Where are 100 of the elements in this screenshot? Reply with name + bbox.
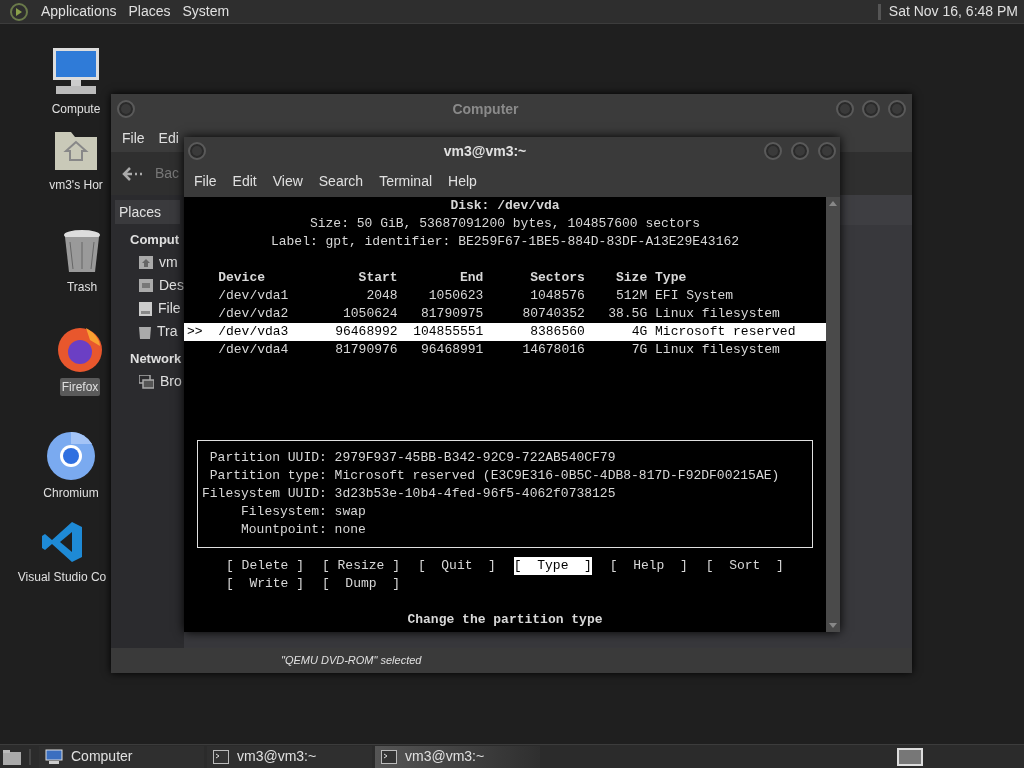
sidebar-item[interactable]: Des [111, 274, 184, 297]
partition-row[interactable]: /dev/vda2 1050624 81790975 80740352 38.5G Linux filesystem [184, 305, 826, 323]
row-cursor: >> [187, 324, 203, 339]
partition-row[interactable]: /dev/vda1 2048 1050623 1048576 512M EFI System [184, 287, 826, 305]
table-cell-text: /dev/vda3 [218, 323, 290, 341]
disk-header: Disk: /dev/vda [450, 197, 560, 215]
window-title: vm3@vm3:~ [442, 141, 528, 161]
scrollbar[interactable] [826, 197, 840, 632]
status-text: "QEMU DVD-ROM" selected [281, 653, 422, 669]
column-header: Start [357, 269, 398, 287]
column-header: Size [615, 269, 648, 287]
taskbar-button[interactable]: vm3@vm3:~ [207, 745, 372, 768]
table-cell-text: 512M [615, 287, 648, 305]
table-cell: EFI System [655, 287, 734, 305]
partition-row[interactable]: >> /dev/vda3 96468992 104855551 8386560 4G Microsoft reserved [184, 323, 826, 341]
window-button[interactable] [888, 100, 906, 118]
table-cell: Linux filesystem [655, 305, 780, 323]
folder-icon [139, 279, 153, 292]
desktop-icon-label[interactable]: Trash [64, 278, 100, 296]
column-header: Sectors [529, 269, 585, 287]
table-cell-text: 1050624 [342, 305, 398, 323]
trash-icon [139, 324, 151, 339]
back-arrow-icon [121, 165, 145, 182]
taskbar-button[interactable]: Computer [39, 745, 204, 768]
sidebar-item[interactable]: Tra [111, 320, 184, 343]
sidebar-item[interactable]: Bro [111, 370, 184, 393]
window-button[interactable] [764, 142, 782, 160]
partition-row[interactable]: /dev/vda4 81790976 96468991 14678016 7G Linux filesystem [184, 341, 826, 359]
menu-item[interactable]: Edit [224, 170, 265, 192]
globe-flame-icon [56, 326, 104, 374]
panel-menu[interactable]: System [176, 1, 236, 22]
home-folder-icon [139, 256, 153, 269]
action-button[interactable]: [ Quit ] [417, 557, 496, 575]
panel-menu[interactable]: Places [122, 1, 177, 22]
menu-item[interactable]: File [115, 127, 152, 149]
desktop-icon-label[interactable]: vm3's Hor [47, 176, 105, 194]
detail-label: Mountpoint: [240, 521, 327, 539]
table-cell-text: /dev/vda2 [218, 305, 290, 323]
terminal-icon [213, 749, 229, 764]
detail-label: Filesystem: [240, 503, 327, 521]
action-button[interactable]: [ Help ] [609, 557, 688, 575]
action-button[interactable]: [ Sort ] [705, 557, 784, 575]
window-title: Computer [451, 99, 520, 119]
scroll-down-icon[interactable] [829, 623, 837, 628]
panel-menu[interactable]: Applications [35, 1, 123, 22]
desktop-icon-label[interactable]: Compute [49, 100, 103, 118]
table-cell-text: 2048 [365, 287, 398, 305]
menu-item[interactable]: File [186, 170, 225, 192]
table-cell-text: 96468991 [420, 341, 484, 359]
taskbar-button[interactable]: vm3@vm3:~ [375, 745, 540, 768]
table-cell-text: 1048576 [529, 287, 585, 305]
table-cell: Microsoft reserved [655, 323, 796, 341]
table-cell: Linux filesystem [655, 341, 780, 359]
table-cell-text: 4G [630, 323, 648, 341]
ring-icon [47, 432, 95, 480]
sidebar-header[interactable]: Places [115, 200, 180, 224]
table-cell-text: 104855551 [412, 323, 484, 341]
window-button[interactable] [188, 142, 206, 160]
detail-value: Microsoft reserved (E3C9E316-0B5C-4DB8-817D-F92DF00215AE) [334, 467, 780, 485]
trash-icon [62, 228, 102, 274]
action-button[interactable]: [ Delete ] [226, 557, 304, 575]
detail-value: 2979F937-45BB-B342-92C9-722AB540CF79 [334, 449, 616, 467]
window-button[interactable] [791, 142, 809, 160]
monitor-icon [51, 46, 101, 96]
menu-item[interactable]: Edi [151, 127, 186, 149]
menu-item[interactable]: View [264, 170, 311, 192]
desktop-icon-label[interactable]: Firefox [59, 378, 101, 396]
drive-icon [139, 301, 152, 316]
sidebar-item[interactable]: File [111, 297, 184, 320]
action-button[interactable]: [ Write ] [226, 575, 304, 593]
workspace-switcher[interactable] [897, 747, 923, 766]
menu-item[interactable]: Help [440, 170, 485, 192]
window-button[interactable] [836, 100, 854, 118]
table-cell-text: 81790975 [420, 305, 484, 323]
window-button[interactable] [818, 142, 836, 160]
menu-item[interactable]: Terminal [371, 170, 441, 192]
hint-text: Change the partition type [407, 611, 603, 629]
table-cell-text: /dev/vda1 [218, 287, 290, 305]
action-button[interactable]: [ Type ] [513, 557, 592, 575]
sidebar-item[interactable]: vm [111, 251, 184, 274]
clock[interactable]: Sat Nov 16, 6:48 PM [888, 1, 1018, 22]
logo-icon[interactable] [9, 1, 29, 22]
scroll-up-icon[interactable] [829, 201, 837, 206]
disk-info: Size: 50 GiB, 53687091200 bytes, 104857600 sectors [309, 215, 701, 233]
monitor-icon [45, 748, 63, 765]
menu-item[interactable]: Search [310, 170, 372, 192]
action-button[interactable]: [ Dump ] [321, 575, 400, 593]
window-button[interactable] [862, 100, 880, 118]
table-cell-text: 8386560 [529, 323, 585, 341]
column-header: Type [655, 269, 687, 287]
sidebar-section-title: Comput [129, 231, 181, 249]
window-button[interactable] [117, 100, 135, 118]
desktop-icon-label[interactable]: Visual Studio Co [15, 568, 109, 586]
action-button[interactable]: [ Resize ] [321, 557, 400, 575]
panel-handle[interactable] [877, 3, 881, 20]
show-desktop-icon[interactable] [3, 748, 21, 765]
desktop-icon-label[interactable]: Chromium [41, 484, 101, 502]
table-cell-text: 14678016 [521, 341, 585, 359]
ribbon-icon [40, 520, 84, 564]
detail-label: Partition UUID: [208, 449, 327, 467]
